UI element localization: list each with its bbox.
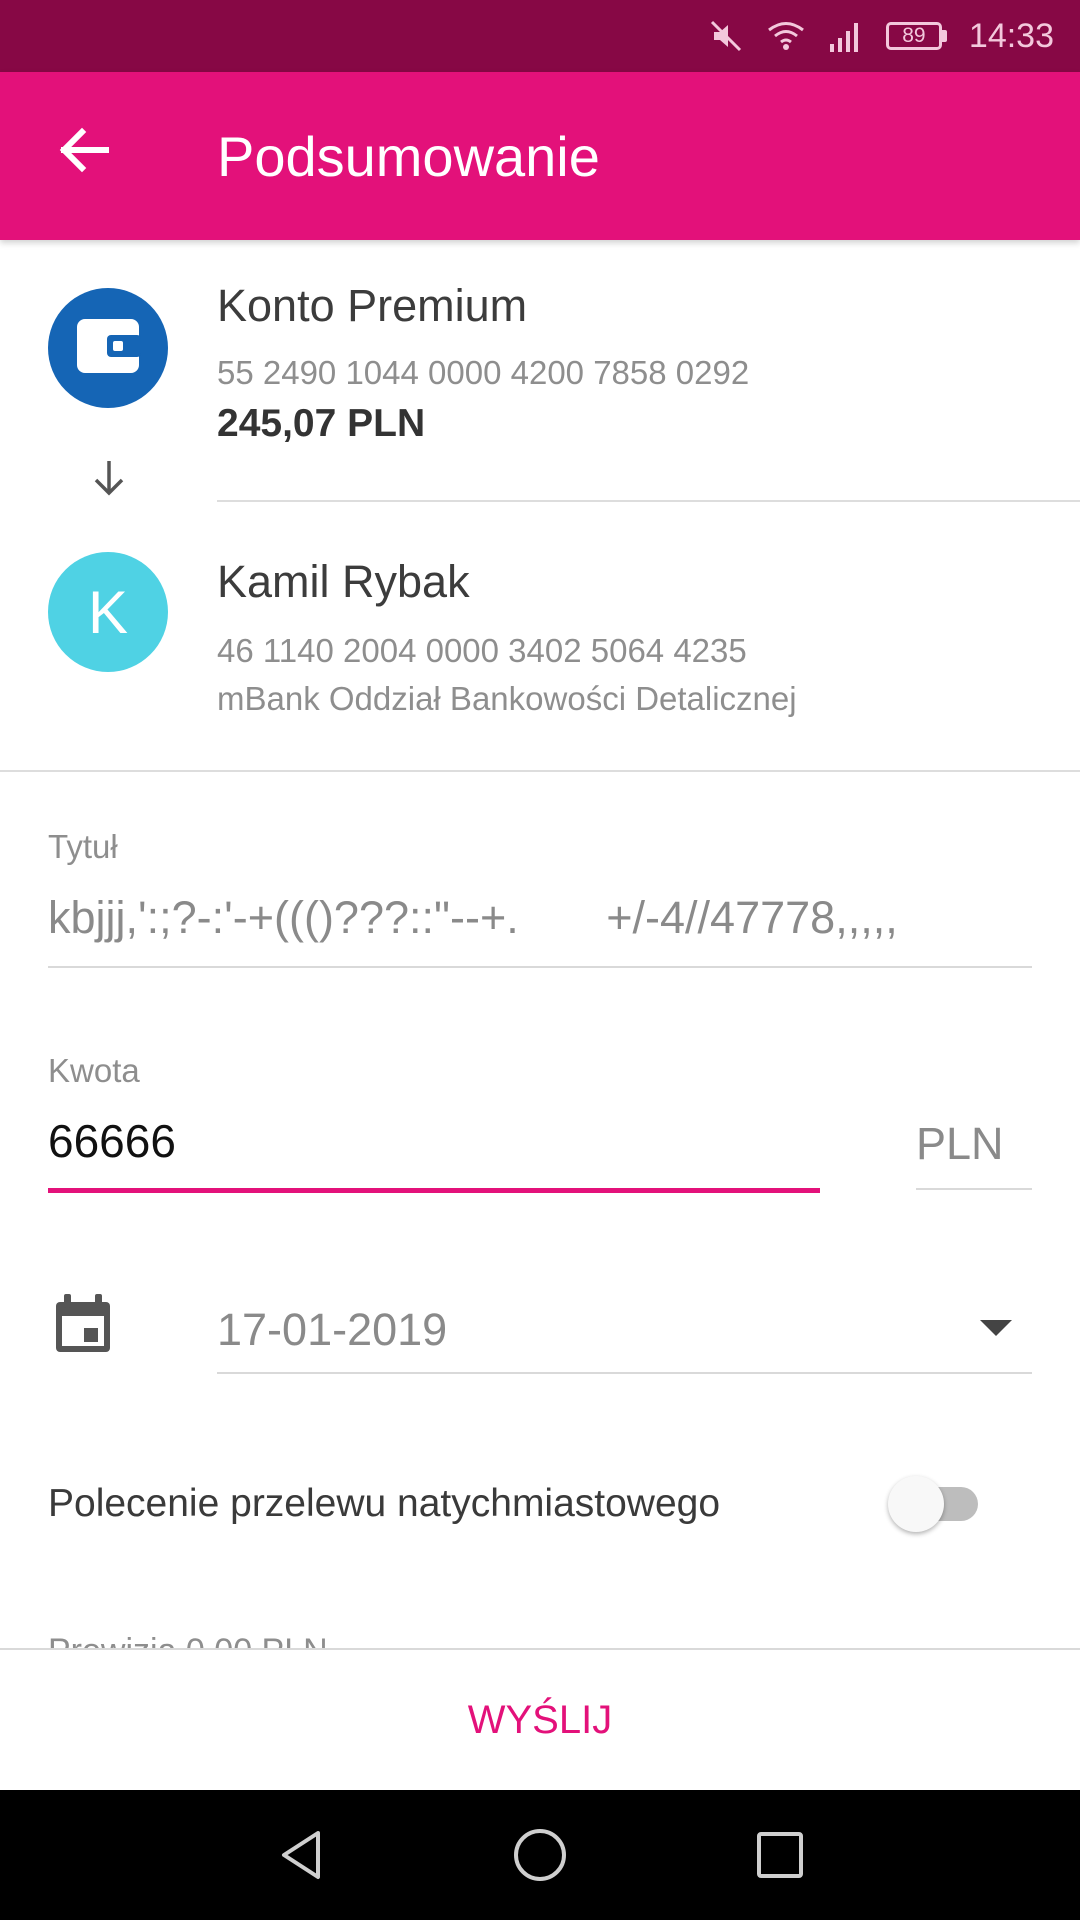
mute-icon	[708, 18, 744, 54]
date-select[interactable]: 17-01-2019	[217, 1290, 1032, 1374]
app-bar: Podsumowanie	[0, 72, 1080, 240]
arrow-left-icon	[58, 126, 110, 179]
amount-label: Kwota	[48, 1052, 140, 1089]
recents-square-icon[interactable]	[750, 1825, 810, 1890]
divider	[0, 770, 1080, 772]
sender-balance: 245,07 PLN	[217, 402, 426, 445]
sender-avatar	[48, 288, 168, 408]
sender-account-number: 55 2490 1044 0000 4200 7858 0292	[217, 354, 750, 391]
wallet-icon	[75, 317, 141, 380]
instant-transfer-toggle[interactable]	[888, 1476, 992, 1532]
currency-label: PLN	[916, 1118, 1004, 1169]
date-underline	[217, 1372, 1032, 1374]
action-bar: WYŚLIJ	[0, 1648, 1080, 1790]
arrow-down-icon	[90, 458, 128, 503]
recipient-bank: mBank Oddział Bankowości Detalicznej	[217, 680, 797, 717]
calendar-icon[interactable]	[52, 1292, 114, 1361]
currency-underline	[916, 1188, 1032, 1190]
page-title: Podsumowanie	[217, 125, 600, 188]
title-field[interactable]: kbjjj,':;?-:'-+((()???::"--+. +/-4//4777…	[48, 892, 1032, 944]
battery-level: 89	[885, 22, 942, 50]
signal-icon	[828, 20, 864, 52]
battery-icon: 89	[885, 22, 947, 50]
toggle-thumb	[888, 1476, 944, 1532]
title-label: Tytuł	[48, 828, 118, 865]
recipient-avatar: K	[48, 552, 168, 672]
recipient-account-number: 46 1140 2004 0000 3402 5064 4235	[217, 632, 747, 669]
recipient-initial: K	[87, 578, 129, 646]
send-button[interactable]: WYŚLIJ	[428, 1678, 652, 1763]
clock: 14:33	[968, 16, 1054, 55]
recipient-name: Kamil Rybak	[217, 556, 470, 607]
instant-transfer-label: Polecenie przelewu natychmiastowego	[48, 1482, 721, 1525]
dropdown-arrow-icon	[980, 1320, 1012, 1343]
back-button[interactable]	[44, 112, 124, 192]
home-circle-icon[interactable]	[510, 1825, 570, 1890]
status-bar: 89 14:33	[0, 0, 1080, 72]
amount-underline	[48, 1188, 820, 1193]
wifi-icon	[766, 19, 806, 53]
sender-name: Konto Premium	[217, 280, 528, 331]
back-triangle-icon[interactable]	[272, 1825, 332, 1890]
amount-input[interactable]	[48, 1114, 818, 1168]
divider	[217, 500, 1080, 502]
title-underline	[48, 966, 1032, 968]
navigation-bar	[0, 1790, 1080, 1920]
date-value: 17-01-2019	[217, 1304, 448, 1355]
